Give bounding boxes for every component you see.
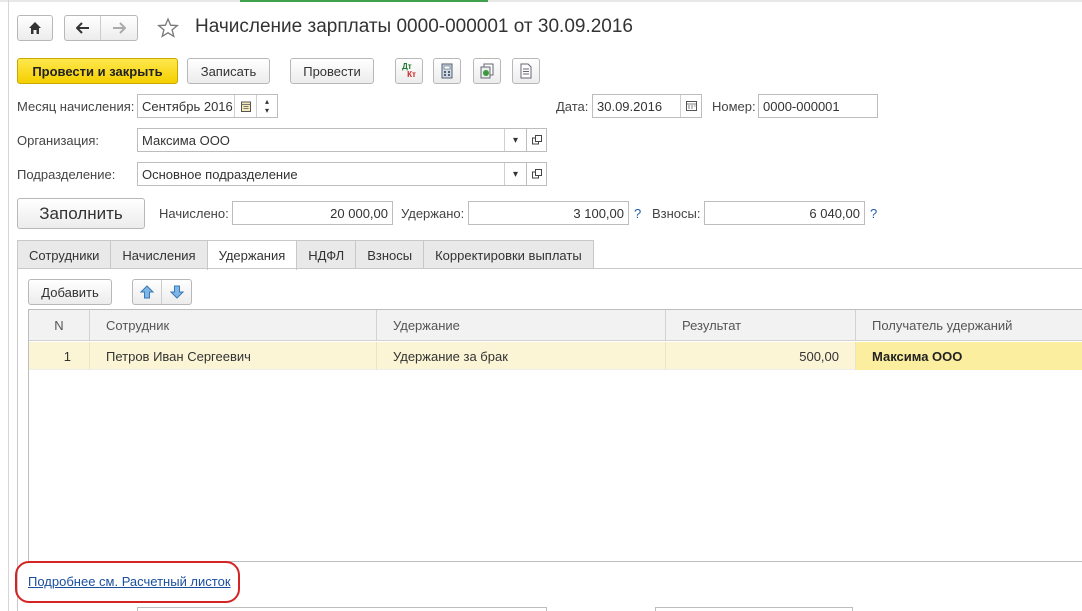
table-header: N Сотрудник Удержание Результат Получате… bbox=[29, 310, 1082, 341]
page-title: Начисление зарплаты 0000-000001 от 30.09… bbox=[195, 16, 633, 37]
contrib-field: 6 040,00 bbox=[704, 201, 865, 225]
row-result[interactable]: 500,00 bbox=[666, 342, 856, 370]
move-down-button[interactable] bbox=[162, 280, 191, 304]
star-outline-icon bbox=[157, 17, 179, 38]
kt-text: Кт bbox=[407, 70, 416, 79]
org-label: Организация: bbox=[17, 133, 100, 148]
column-header-result[interactable]: Результат bbox=[666, 310, 856, 341]
spin-up-icon[interactable]: ▴ bbox=[265, 97, 269, 106]
home-button[interactable] bbox=[17, 15, 53, 41]
dept-label: Подразделение: bbox=[17, 167, 116, 182]
number-label: Номер: bbox=[712, 99, 756, 114]
org-open-button[interactable] bbox=[527, 128, 547, 152]
related-docs-icon bbox=[480, 63, 494, 79]
accrued-label: Начислено: bbox=[159, 206, 229, 221]
tab-ndfl[interactable]: НДФЛ bbox=[296, 240, 357, 269]
contrib-value: 6 040,00 bbox=[809, 205, 860, 221]
month-spinner[interactable]: ▴ ▾ bbox=[256, 95, 277, 117]
calculator-icon bbox=[441, 63, 453, 79]
print-document-button[interactable] bbox=[512, 58, 540, 84]
row-number: 1 bbox=[29, 342, 90, 370]
table-row[interactable]: 1 Петров Иван Сергеевич Удержание за бра… bbox=[29, 342, 1082, 370]
top-border bbox=[0, 0, 1082, 2]
calendar-icon bbox=[240, 101, 251, 112]
open-window-icon bbox=[531, 169, 542, 179]
contrib-help-link[interactable]: ? bbox=[870, 206, 877, 221]
favorite-star-button[interactable] bbox=[155, 15, 181, 41]
withheld-field: 3 100,00 bbox=[468, 201, 629, 225]
row-recipient[interactable]: Максима ООО bbox=[856, 342, 1082, 370]
date-value: 30.09.2016 bbox=[597, 98, 663, 114]
open-window-icon bbox=[531, 135, 542, 145]
forward-button[interactable] bbox=[101, 16, 137, 40]
tab-panel-border bbox=[17, 268, 18, 611]
column-header-recipient[interactable]: Получатель удержаний bbox=[856, 310, 1082, 341]
column-header-n[interactable]: N bbox=[29, 310, 90, 341]
move-up-button[interactable] bbox=[133, 280, 163, 304]
row-employee[interactable]: Петров Иван Сергеевич bbox=[90, 342, 377, 370]
number-field[interactable]: 0000-000001 bbox=[758, 94, 878, 118]
withheld-label: Удержано: bbox=[401, 206, 465, 221]
post-and-close-button[interactable]: Провести и закрыть bbox=[17, 58, 178, 84]
month-value: Сентябрь 2016 bbox=[142, 98, 233, 114]
post-button[interactable]: Провести bbox=[290, 58, 374, 84]
home-icon bbox=[29, 22, 41, 34]
tab-deductions[interactable]: Удержания bbox=[206, 240, 298, 270]
month-field[interactable]: Сентябрь 2016 ▴ ▾ bbox=[137, 94, 278, 118]
chevron-down-icon: ▾ bbox=[512, 134, 519, 146]
save-button[interactable]: Записать bbox=[187, 58, 270, 84]
org-field[interactable]: Максима ООО ▾ bbox=[137, 128, 527, 152]
tab-contributions[interactable]: Взносы bbox=[355, 240, 425, 269]
deductions-table[interactable]: N Сотрудник Удержание Результат Получате… bbox=[28, 309, 1082, 562]
tab-underline bbox=[17, 268, 1082, 269]
org-dropdown-button[interactable]: ▾ bbox=[504, 129, 526, 151]
dept-dropdown-button[interactable]: ▾ bbox=[504, 163, 526, 185]
calendar-button[interactable] bbox=[234, 95, 256, 117]
dt-kt-button[interactable]: Дт Кт bbox=[395, 58, 423, 84]
number-value: 0000-000001 bbox=[763, 98, 840, 114]
contrib-label: Взносы: bbox=[652, 206, 701, 221]
tab-accruals[interactable]: Начисления bbox=[110, 240, 208, 269]
withheld-help-link[interactable]: ? bbox=[634, 206, 641, 221]
fill-button[interactable]: Заполнить bbox=[17, 198, 145, 229]
calculator-button[interactable] bbox=[433, 58, 461, 84]
tab-payment-corrections[interactable]: Корректировки выплаты bbox=[423, 240, 594, 269]
org-value: Максима ООО bbox=[142, 132, 230, 148]
back-button[interactable] bbox=[65, 16, 102, 40]
row-deduction[interactable]: Удержание за брак bbox=[377, 342, 666, 370]
bottom-field-right[interactable] bbox=[655, 607, 853, 611]
dept-value: Основное подразделение bbox=[142, 166, 298, 182]
arrow-right-icon bbox=[113, 22, 126, 34]
print-document-icon bbox=[520, 63, 532, 79]
tab-employees[interactable]: Сотрудники bbox=[17, 240, 112, 269]
dt-kt-icon: Дт Кт bbox=[402, 63, 416, 79]
column-header-deduction[interactable]: Удержание bbox=[377, 310, 666, 341]
dept-open-button[interactable] bbox=[527, 162, 547, 186]
calendar-icon bbox=[685, 101, 697, 111]
spin-down-icon[interactable]: ▾ bbox=[265, 106, 269, 115]
date-label: Дата: bbox=[556, 99, 589, 114]
withheld-value: 3 100,00 bbox=[573, 205, 624, 221]
chevron-down-icon: ▾ bbox=[512, 168, 519, 180]
dept-field[interactable]: Основное подразделение ▾ bbox=[137, 162, 527, 186]
arrow-down-icon bbox=[169, 285, 184, 299]
accrued-value: 20 000,00 bbox=[330, 205, 388, 221]
highlight-annotation bbox=[15, 561, 240, 603]
tab-bar: Сотрудники Начисления Удержания НДФЛ Взн… bbox=[17, 240, 594, 270]
date-calendar-button[interactable] bbox=[680, 95, 701, 117]
related-docs-button[interactable] bbox=[473, 58, 501, 84]
active-window-indicator bbox=[240, 0, 488, 2]
add-row-button[interactable]: Добавить bbox=[28, 279, 112, 305]
month-label: Месяц начисления: bbox=[17, 99, 135, 114]
accrued-field: 20 000,00 bbox=[232, 201, 393, 225]
arrow-left-icon bbox=[75, 22, 89, 34]
column-header-employee[interactable]: Сотрудник bbox=[90, 310, 377, 341]
history-nav bbox=[64, 15, 138, 41]
left-border bbox=[8, 0, 9, 611]
arrow-up-icon bbox=[140, 285, 154, 299]
date-field[interactable]: 30.09.2016 bbox=[592, 94, 702, 118]
move-buttons bbox=[132, 279, 192, 305]
bottom-field-left[interactable] bbox=[137, 607, 547, 611]
